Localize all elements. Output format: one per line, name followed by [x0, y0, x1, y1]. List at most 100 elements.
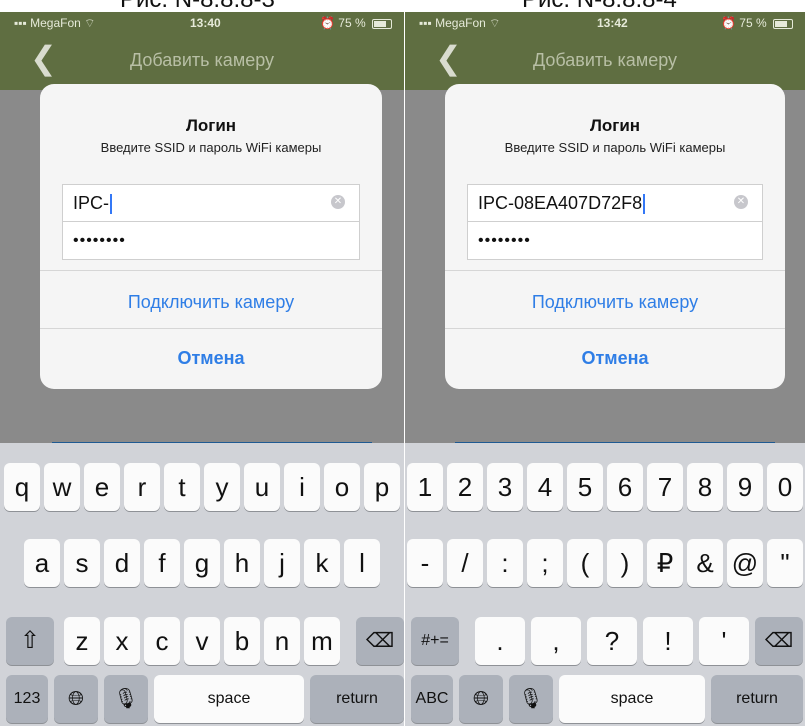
clear-icon[interactable]: ✕ — [734, 195, 748, 209]
phone-screen-left: ▪▪▪ MegaFon ⌔ 13:40 ⏰ 75 % ❮ Добавить ка… — [0, 12, 404, 726]
key[interactable]: m — [304, 617, 340, 665]
key[interactable]: h — [224, 539, 260, 587]
key[interactable]: " — [767, 539, 803, 587]
ssid-value: IPC- — [73, 193, 109, 213]
wifi-icon: ⌔ — [489, 16, 501, 30]
key[interactable]: 3 — [487, 463, 523, 511]
key[interactable]: ' — [699, 617, 749, 665]
backspace-key[interactable]: ⌫ — [755, 617, 803, 665]
key[interactable]: u — [244, 463, 280, 511]
key[interactable]: ) — [607, 539, 643, 587]
key[interactable]: 7 — [647, 463, 683, 511]
numbers-mode-key[interactable]: 123 — [6, 675, 48, 723]
signal-icon: ▪▪▪ — [14, 16, 27, 30]
key[interactable]: 6 — [607, 463, 643, 511]
key[interactable]: / — [447, 539, 483, 587]
key[interactable]: & — [687, 539, 723, 587]
key[interactable]: q — [4, 463, 40, 511]
key[interactable]: ! — [643, 617, 693, 665]
key[interactable]: d — [104, 539, 140, 587]
key[interactable]: o — [324, 463, 360, 511]
key[interactable]: g — [184, 539, 220, 587]
key[interactable]: , — [531, 617, 581, 665]
key[interactable]: j — [264, 539, 300, 587]
key[interactable]: z — [64, 617, 100, 665]
letters-mode-key[interactable]: ABC — [411, 675, 453, 723]
connect-camera-button[interactable]: Подключить камеру — [40, 292, 382, 313]
key[interactable]: a — [24, 539, 60, 587]
space-key[interactable]: space — [559, 675, 705, 723]
key[interactable]: 0 — [767, 463, 803, 511]
key[interactable]: ( — [567, 539, 603, 587]
key[interactable]: 8 — [687, 463, 723, 511]
key[interactable]: n — [264, 617, 300, 665]
page-title: Добавить камеру — [532, 50, 678, 70]
key[interactable]: x — [104, 617, 140, 665]
key[interactable]: k — [304, 539, 340, 587]
status-bar: ▪▪▪ MegaFon ⌔ 13:42 ⏰ 75 % — [405, 12, 805, 34]
key[interactable]: s — [64, 539, 100, 587]
key[interactable]: ₽ — [647, 539, 683, 587]
key[interactable]: f — [144, 539, 180, 587]
dictation-key[interactable]: 🎙︎ — [509, 675, 553, 723]
key[interactable]: . — [475, 617, 525, 665]
key[interactable]: t — [164, 463, 200, 511]
shift-icon: ⇧ — [19, 627, 41, 654]
key[interactable]: e — [84, 463, 120, 511]
dialog-divider — [40, 270, 382, 271]
key[interactable]: 4 — [527, 463, 563, 511]
password-input[interactable]: •••••••• — [468, 222, 762, 258]
password-input[interactable]: •••••••• — [63, 222, 359, 258]
space-key[interactable]: space — [154, 675, 304, 723]
connect-camera-button[interactable]: Подключить камеру — [445, 292, 785, 313]
key[interactable]: y — [204, 463, 240, 511]
caption-right: Рис. N-8.8.8-4 — [522, 0, 677, 12]
key[interactable]: ; — [527, 539, 563, 587]
key[interactable]: l — [344, 539, 380, 587]
key[interactable]: @ — [727, 539, 763, 587]
backspace-icon: ⌫ — [764, 630, 794, 652]
microphone-icon: 🎙︎ — [518, 688, 544, 710]
dialog-message: Введите SSID и пароль WiFi камеры — [100, 140, 322, 155]
nav-bar: ❮ Добавить камеру — [405, 34, 805, 90]
key[interactable]: 5 — [567, 463, 603, 511]
wifi-icon: ⌔ — [84, 16, 96, 30]
ssid-input[interactable]: IPC-08EA407D72F8 ✕ — [468, 185, 762, 222]
key[interactable]: 1 — [407, 463, 443, 511]
key[interactable]: 9 — [727, 463, 763, 511]
shift-key[interactable]: ⇧ — [6, 617, 54, 665]
phone-screen-right: ▪▪▪ MegaFon ⌔ 13:42 ⏰ 75 % ❮ Добавить ка… — [405, 12, 805, 726]
backspace-key[interactable]: ⌫ — [356, 617, 404, 665]
return-key[interactable]: return — [310, 675, 404, 723]
key[interactable]: r — [124, 463, 160, 511]
battery-icon — [773, 18, 793, 29]
key[interactable]: : — [487, 539, 523, 587]
key[interactable]: b — [224, 617, 260, 665]
ssid-input[interactable]: IPC- ✕ — [63, 185, 359, 222]
key[interactable]: p — [364, 463, 400, 511]
key[interactable]: c — [144, 617, 180, 665]
globe-key[interactable]: 🌐︎ — [54, 675, 98, 723]
keyboard-letters: qwertyuiop asdfghjkl zxcvbnm ⇧ ⌫ 123 🌐︎ … — [0, 443, 404, 726]
dialog-divider — [445, 328, 785, 329]
credentials-box: IPC- ✕ •••••••• — [62, 184, 360, 260]
alarm-icon: ⏰ — [721, 16, 736, 30]
ssid-value: IPC-08EA407D72F8 — [478, 193, 643, 213]
key[interactable]: 2 — [447, 463, 483, 511]
dictation-key[interactable]: 🎙︎ — [104, 675, 148, 723]
key[interactable]: i — [284, 463, 320, 511]
cancel-button[interactable]: Отмена — [40, 348, 382, 369]
dialog-title: Логин — [589, 116, 641, 135]
return-key[interactable]: return — [711, 675, 803, 723]
clear-icon[interactable]: ✕ — [331, 195, 345, 209]
key[interactable]: - — [407, 539, 443, 587]
key[interactable]: w — [44, 463, 80, 511]
carrier-label: ▪▪▪ MegaFon ⌔ — [14, 16, 96, 30]
more-symbols-key[interactable]: #+= — [411, 617, 459, 665]
cancel-button[interactable]: Отмена — [445, 348, 785, 369]
page-title: Добавить камеру — [129, 50, 275, 70]
globe-icon: 🌐︎ — [68, 688, 84, 710]
key[interactable]: v — [184, 617, 220, 665]
globe-key[interactable]: 🌐︎ — [459, 675, 503, 723]
key[interactable]: ? — [587, 617, 637, 665]
